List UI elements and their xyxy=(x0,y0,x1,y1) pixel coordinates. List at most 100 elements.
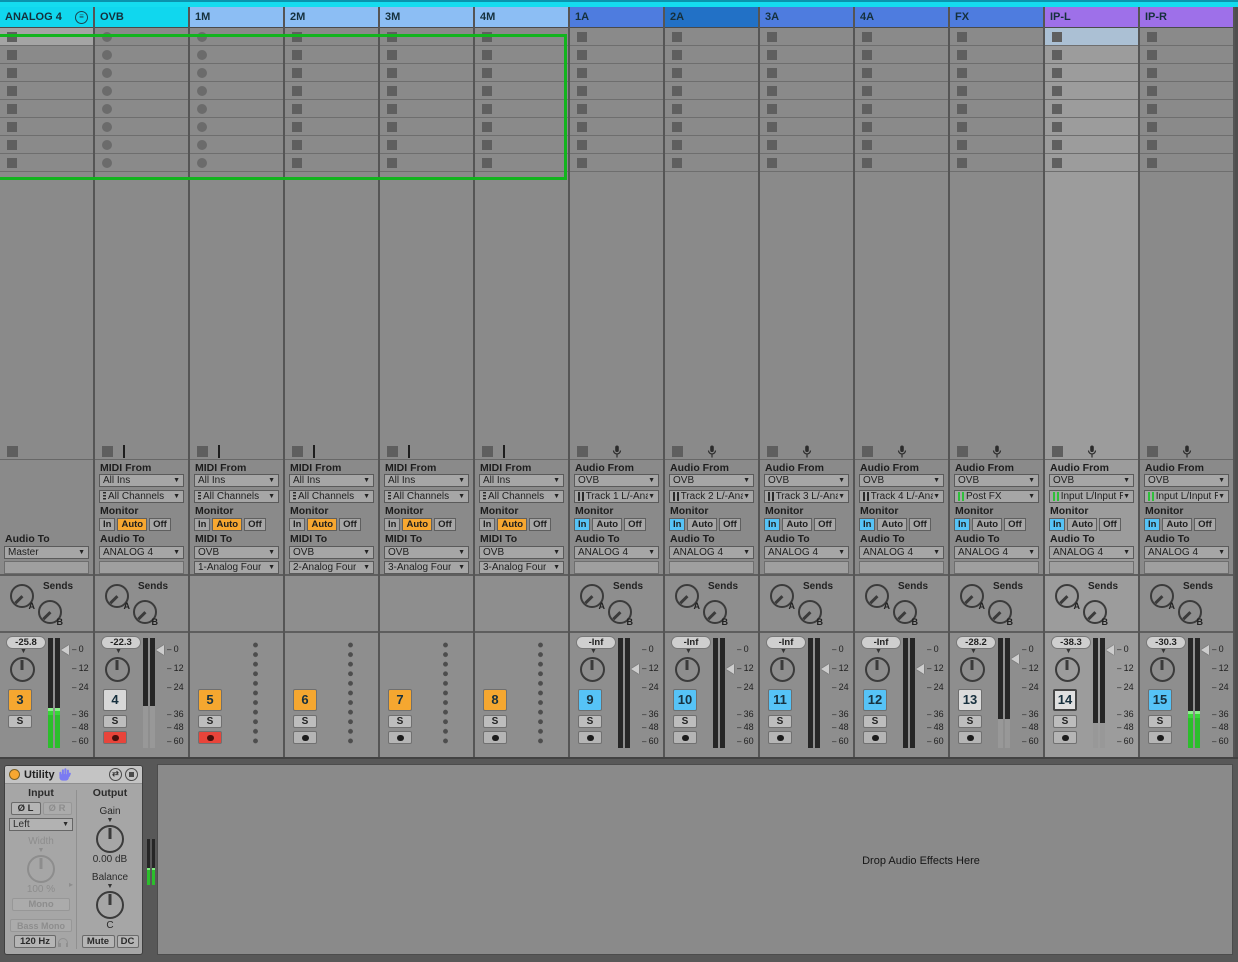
clip-slot[interactable] xyxy=(475,82,568,100)
clip-stop-button[interactable] xyxy=(387,32,397,42)
clip-stop-button[interactable] xyxy=(862,158,872,168)
clip-stop-button[interactable] xyxy=(482,86,492,96)
clip-slot[interactable] xyxy=(950,136,1043,154)
output-dropdown[interactable]: ANALOG 4▼ xyxy=(669,546,754,559)
clip-stop-button[interactable] xyxy=(387,68,397,78)
clip-slot[interactable] xyxy=(570,154,663,172)
clip-slot[interactable] xyxy=(1140,64,1233,82)
input-type-dropdown[interactable]: All Ins▼ xyxy=(479,474,564,487)
stop-all-clips-button[interactable] xyxy=(577,446,588,457)
monitor-auto-button[interactable]: Auto xyxy=(972,518,1002,531)
send-a-knob[interactable]: A xyxy=(1150,584,1174,608)
clip-slot[interactable] xyxy=(1045,28,1138,46)
clip-stop-button[interactable] xyxy=(957,158,967,168)
clip-stop-button[interactable] xyxy=(1052,68,1062,78)
clip-stop-button[interactable] xyxy=(767,86,777,96)
clip-stop-button[interactable] xyxy=(957,140,967,150)
send-b-knob[interactable]: B xyxy=(893,600,917,624)
pan-knob[interactable] xyxy=(10,657,35,682)
monitor-in-button[interactable]: In xyxy=(574,518,590,531)
output-dropdown[interactable]: OVB▼ xyxy=(384,546,469,559)
clip-stop-button[interactable] xyxy=(1147,140,1157,150)
input-channel-dropdown[interactable]: All Channels▼ xyxy=(384,490,469,503)
clip-slot[interactable] xyxy=(855,100,948,118)
monitor-off-button[interactable]: Off xyxy=(719,518,741,531)
clip-stop-button[interactable] xyxy=(1147,104,1157,114)
output-channel-dropdown[interactable]: 1-Analog Four▼ xyxy=(194,561,279,574)
clip-slot[interactable] xyxy=(0,154,93,172)
output-dropdown[interactable]: ANALOG 4▼ xyxy=(859,546,944,559)
headphones-icon[interactable] xyxy=(58,938,68,945)
clip-stop-button[interactable] xyxy=(1052,50,1062,60)
clip-stop-button[interactable] xyxy=(1052,104,1062,114)
clip-stop-button[interactable] xyxy=(7,104,17,114)
clip-stop-button[interactable] xyxy=(1147,158,1157,168)
clip-stop-button[interactable] xyxy=(957,50,967,60)
send-b-knob[interactable]: B xyxy=(133,600,157,624)
monitor-off-button[interactable]: Off xyxy=(244,518,266,531)
track-activator[interactable]: 4 xyxy=(103,689,127,711)
clip-slot[interactable] xyxy=(950,154,1043,172)
input-type-dropdown[interactable]: All Ins▼ xyxy=(99,474,184,487)
clip-stop-button[interactable] xyxy=(1147,68,1157,78)
clip-slot[interactable] xyxy=(950,64,1043,82)
clip-stop-button[interactable] xyxy=(672,50,682,60)
clip-slot[interactable] xyxy=(380,154,473,172)
clip-stop-button[interactable] xyxy=(957,104,967,114)
clip-record-button[interactable] xyxy=(197,32,207,42)
track-header[interactable]: 2M xyxy=(285,7,378,28)
stop-all-clips-button[interactable] xyxy=(292,446,303,457)
pan-knob[interactable] xyxy=(1055,657,1080,682)
pan-knob[interactable] xyxy=(960,657,985,682)
clip-stop-button[interactable] xyxy=(767,50,777,60)
clip-slot[interactable] xyxy=(855,64,948,82)
track-header[interactable]: OVB xyxy=(95,7,188,28)
arm-button[interactable] xyxy=(198,731,222,744)
clip-slot[interactable] xyxy=(95,118,188,136)
gain-knob[interactable] xyxy=(96,825,124,853)
pan-knob[interactable] xyxy=(105,657,130,682)
input-type-dropdown[interactable]: OVB▼ xyxy=(1144,474,1229,487)
clip-stop-button[interactable] xyxy=(672,158,682,168)
send-a-knob[interactable]: A xyxy=(580,584,604,608)
clip-stop-button[interactable] xyxy=(577,122,587,132)
stop-all-clips-button[interactable] xyxy=(1052,446,1063,457)
clip-stop-button[interactable] xyxy=(767,122,777,132)
clip-slot[interactable] xyxy=(285,136,378,154)
input-channel-dropdown[interactable]: All Channels▼ xyxy=(289,490,374,503)
arm-button[interactable] xyxy=(293,731,317,744)
clip-stop-button[interactable] xyxy=(862,104,872,114)
clip-slot[interactable] xyxy=(760,118,853,136)
clip-slot[interactable] xyxy=(1045,64,1138,82)
clip-stop-button[interactable] xyxy=(387,50,397,60)
input-channel-dropdown[interactable]: Track 4 L/-Anal▼ xyxy=(859,490,944,503)
clip-slot[interactable] xyxy=(95,100,188,118)
monitor-off-button[interactable]: Off xyxy=(1099,518,1121,531)
send-a-knob[interactable]: A xyxy=(675,584,699,608)
track-activator[interactable]: 9 xyxy=(578,689,602,711)
clip-record-button[interactable] xyxy=(197,104,207,114)
arm-button[interactable] xyxy=(958,731,982,744)
volume-fader-handle[interactable] xyxy=(726,664,734,674)
monitor-off-button[interactable]: Off xyxy=(1004,518,1026,531)
solo-button[interactable]: S xyxy=(768,715,792,728)
monitor-auto-button[interactable]: Auto xyxy=(1067,518,1097,531)
monitor-auto-button[interactable]: Auto xyxy=(1162,518,1192,531)
input-type-dropdown[interactable]: OVB▼ xyxy=(954,474,1039,487)
monitor-in-button[interactable]: In xyxy=(384,518,400,531)
clip-slot[interactable] xyxy=(855,118,948,136)
input-channel-dropdown[interactable]: Track 2 L/-Anal▼ xyxy=(669,490,754,503)
output-dropdown[interactable]: OVB▼ xyxy=(479,546,564,559)
clip-stop-button[interactable] xyxy=(482,32,492,42)
pan-knob[interactable] xyxy=(865,657,890,682)
clip-stop-button[interactable] xyxy=(7,68,17,78)
arm-button[interactable] xyxy=(103,731,127,744)
clip-stop-button[interactable] xyxy=(862,140,872,150)
stop-all-clips-button[interactable] xyxy=(767,446,778,457)
output-dropdown[interactable]: ANALOG 4▼ xyxy=(764,546,849,559)
clip-stop-button[interactable] xyxy=(1147,122,1157,132)
clip-slot[interactable] xyxy=(285,118,378,136)
device-drop-zone[interactable]: Drop Audio Effects Here xyxy=(157,764,1233,955)
arm-button[interactable] xyxy=(483,731,507,744)
monitor-off-button[interactable]: Off xyxy=(1194,518,1216,531)
